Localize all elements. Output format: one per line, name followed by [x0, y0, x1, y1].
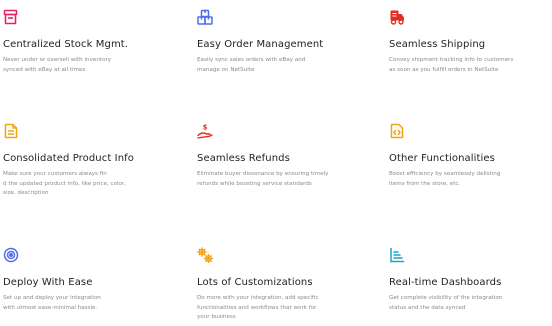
feature-title: Seamless Refunds — [197, 153, 290, 164]
target-icon — [3, 247, 19, 263]
order-boxes-icon — [197, 9, 213, 25]
feature-title: Consolidated Product Info — [3, 153, 134, 164]
feature-title: Deploy With Ease — [3, 277, 93, 288]
feature-description: Do more with your integration, add speci… — [197, 295, 319, 321]
feature-title: Real-time Dashboards — [389, 277, 502, 288]
feature-description: Set up and deploy your integration with … — [3, 295, 101, 311]
feature-description: Convey shipment tracking info to custome… — [389, 57, 514, 73]
refund-hand-icon: $ — [197, 123, 213, 139]
feature-title: Centralized Stock Mgmt. — [3, 39, 129, 50]
feature-title: Other Functionalities — [389, 153, 495, 164]
product-document-icon — [3, 123, 19, 139]
feature-description: Eliminate buyer dissonance by ensuring t… — [197, 171, 329, 187]
feature-description: Easily sync sales orders with eBay and m… — [197, 57, 306, 73]
inventory-icon — [3, 9, 19, 25]
shipping-truck-icon — [389, 9, 405, 25]
feature-title: Lots of Customizations — [197, 277, 313, 288]
feature-description: Never under or oversell with inventory s… — [3, 57, 112, 73]
feature-title: Easy Order Management — [197, 39, 324, 50]
feature-description: Make sure your customers always fin d th… — [3, 171, 127, 197]
feature-title: Seamless Shipping — [389, 39, 486, 50]
feature-description: Boost efficiency by seamlessly delisting… — [389, 171, 501, 187]
code-file-icon — [389, 123, 405, 139]
gears-icon — [197, 247, 213, 263]
svg-text:$: $ — [203, 124, 208, 132]
feature-description: Get complete visibility of the integrati… — [389, 295, 503, 311]
dashboard-chart-icon — [389, 247, 405, 263]
